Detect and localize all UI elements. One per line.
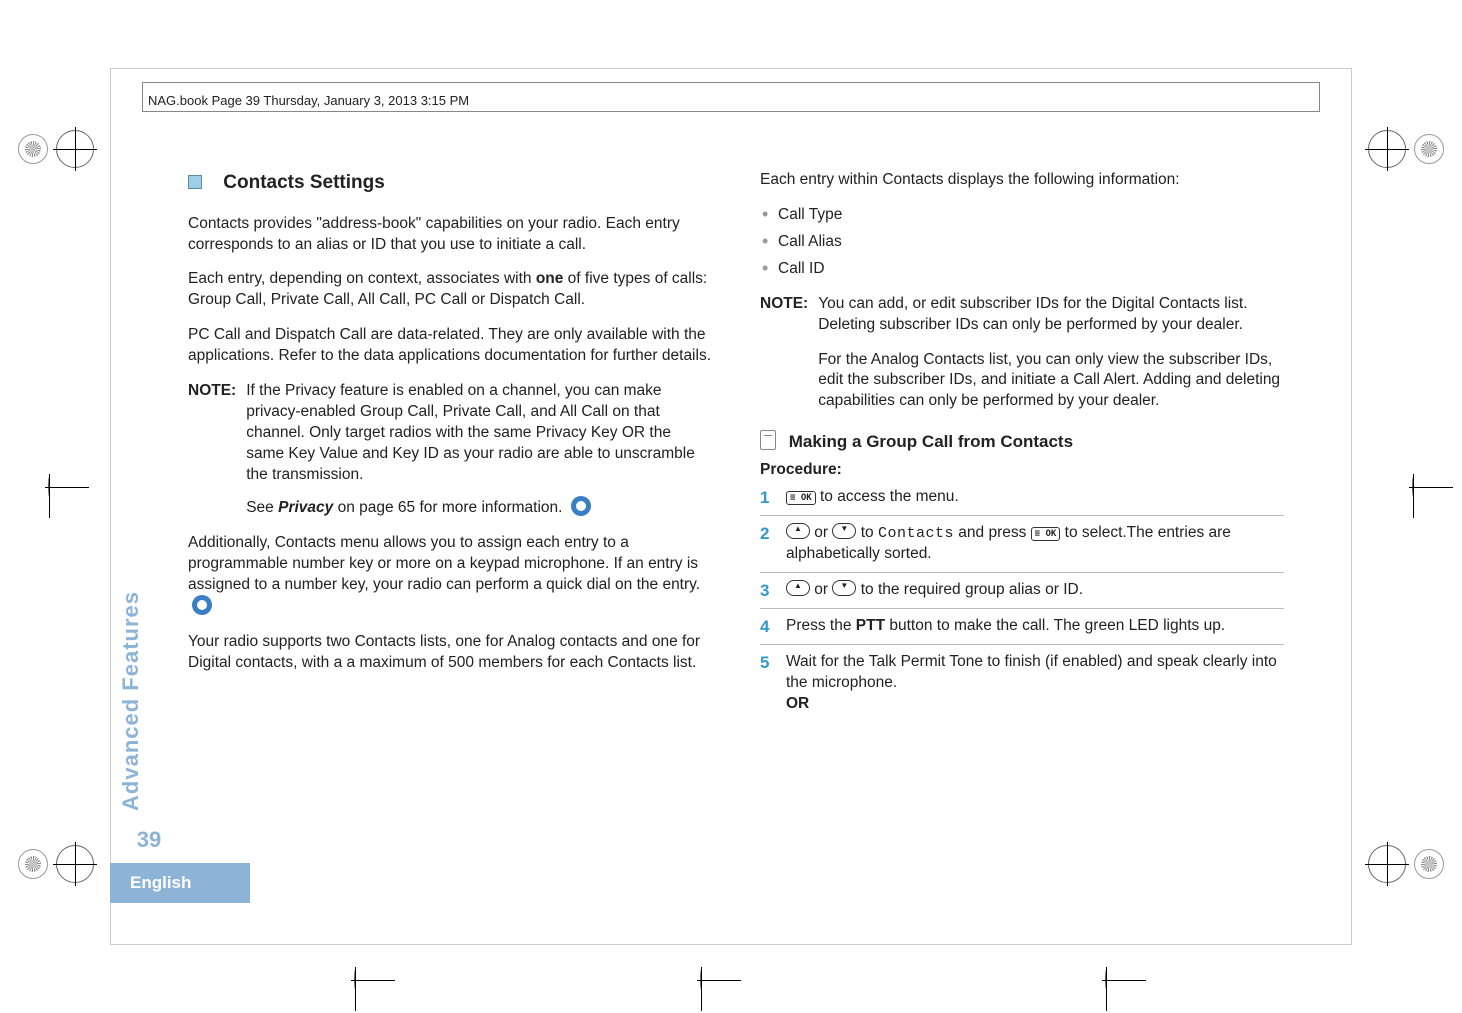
crop-mark bbox=[1368, 845, 1444, 883]
crop-mark bbox=[700, 971, 702, 989]
paragraph: Additionally, Contacts menu allows you t… bbox=[188, 533, 712, 619]
crop-mark bbox=[18, 845, 94, 883]
paragraph: Each entry within Contacts displays the … bbox=[760, 170, 1284, 191]
crop-mark bbox=[354, 971, 356, 989]
procedure-label: Procedure: bbox=[760, 460, 1284, 481]
procedure-list: ≡ OK to access the menu. or to Contacts … bbox=[760, 487, 1284, 722]
down-key-icon bbox=[832, 523, 856, 539]
note-block: NOTE: If the Privacy feature is enabled … bbox=[188, 381, 712, 519]
section-title: Contacts Settings bbox=[188, 170, 712, 196]
paragraph: Each entry, depending on context, associ… bbox=[188, 269, 712, 311]
content-area: Contacts Settings Contacts provides "add… bbox=[188, 170, 1314, 893]
paragraph: Your radio supports two Contacts lists, … bbox=[188, 632, 712, 674]
header-text: NAG.book Page 39 Thursday, January 3, 20… bbox=[148, 93, 469, 108]
procedure-step: Wait for the Talk Permit Tone to finish … bbox=[760, 652, 1284, 722]
procedure-icon bbox=[760, 430, 776, 450]
up-key-icon bbox=[786, 523, 810, 539]
ok-key-icon: ≡ OK bbox=[1031, 527, 1061, 541]
page-number: 39 bbox=[110, 821, 170, 863]
paragraph: PC Call and Dispatch Call are data-relat… bbox=[188, 325, 712, 367]
section-name: Advanced Features bbox=[110, 581, 160, 821]
note-block: NOTE: You can add, or edit subscriber ID… bbox=[760, 294, 1284, 413]
crop-mark bbox=[18, 130, 94, 168]
ok-key-icon: ≡ OK bbox=[786, 491, 816, 505]
note-text: You can add, or edit subscriber IDs for … bbox=[818, 294, 1284, 413]
crop-mark bbox=[1105, 971, 1107, 989]
note-text: If the Privacy feature is enabled on a c… bbox=[246, 381, 712, 519]
side-tab: Advanced Features 39 English bbox=[110, 581, 170, 903]
paragraph: Contacts provides "address-book" capabil… bbox=[188, 214, 712, 256]
procedure-step: or to Contacts and press ≡ OK to select.… bbox=[760, 523, 1284, 573]
info-icon bbox=[192, 595, 212, 615]
list-item: Call ID bbox=[760, 259, 1284, 280]
procedure-step: ≡ OK to access the menu. bbox=[760, 487, 1284, 516]
list-item: Call Alias bbox=[760, 232, 1284, 253]
note-label: NOTE: bbox=[188, 381, 236, 519]
crop-mark bbox=[48, 478, 50, 496]
up-key-icon bbox=[786, 580, 810, 596]
right-column: Each entry within Contacts displays the … bbox=[760, 170, 1314, 893]
language-label: English bbox=[110, 863, 250, 903]
title-text: Contacts Settings bbox=[223, 172, 385, 193]
procedure-step: or to the required group alias or ID. bbox=[760, 580, 1284, 609]
bullet-list: Call Type Call Alias Call ID bbox=[760, 205, 1284, 280]
note-label: NOTE: bbox=[760, 294, 808, 413]
down-key-icon bbox=[832, 580, 856, 596]
procedure-step: Press the PTT button to make the call. T… bbox=[760, 616, 1284, 645]
crop-mark bbox=[1368, 130, 1444, 168]
section-marker-icon bbox=[188, 175, 202, 189]
crop-mark bbox=[1412, 478, 1414, 496]
list-item: Call Type bbox=[760, 205, 1284, 226]
left-column: Contacts Settings Contacts provides "add… bbox=[188, 170, 712, 893]
sub-heading: Making a Group Call from Contacts bbox=[760, 430, 1284, 454]
info-icon bbox=[571, 496, 591, 516]
